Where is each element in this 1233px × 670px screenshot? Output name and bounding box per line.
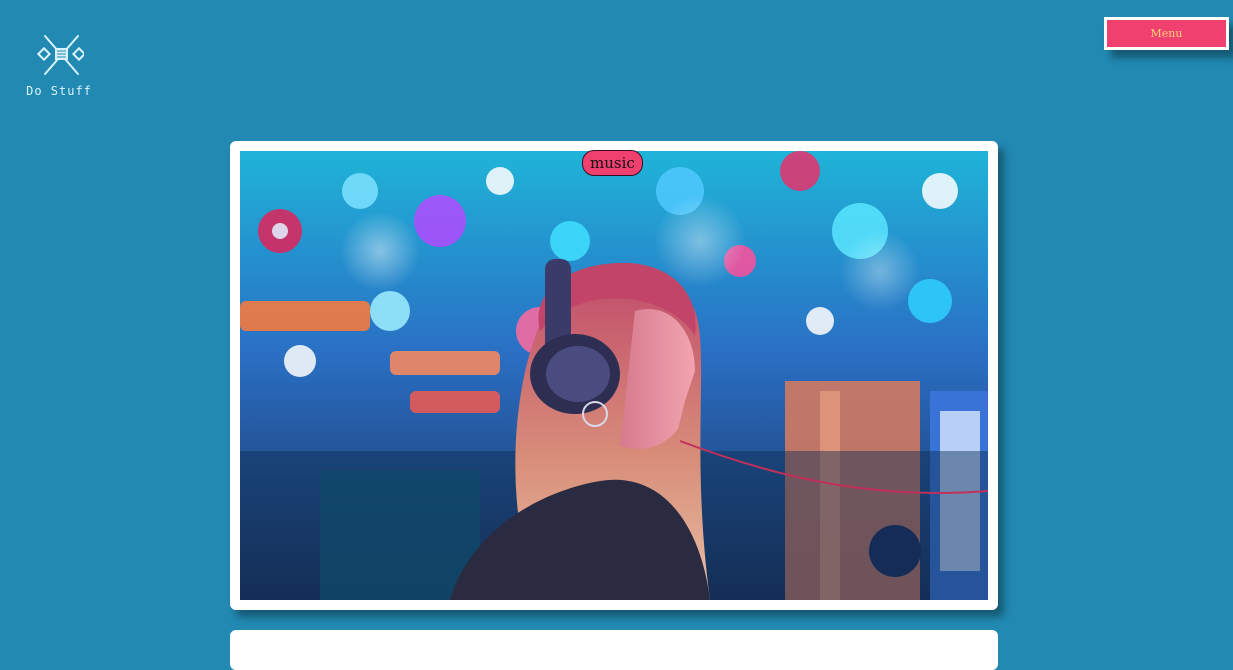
category-tag[interactable]: music xyxy=(582,150,643,176)
logo-text: Do Stuff xyxy=(26,84,92,98)
post-image[interactable] xyxy=(240,151,988,600)
site-logo[interactable]: Do Stuff xyxy=(26,30,92,98)
post-card-next[interactable] xyxy=(230,630,998,670)
crossed-tools-icon xyxy=(36,35,84,75)
post-card[interactable]: music xyxy=(230,141,998,610)
menu-button[interactable]: Menu xyxy=(1104,17,1229,50)
